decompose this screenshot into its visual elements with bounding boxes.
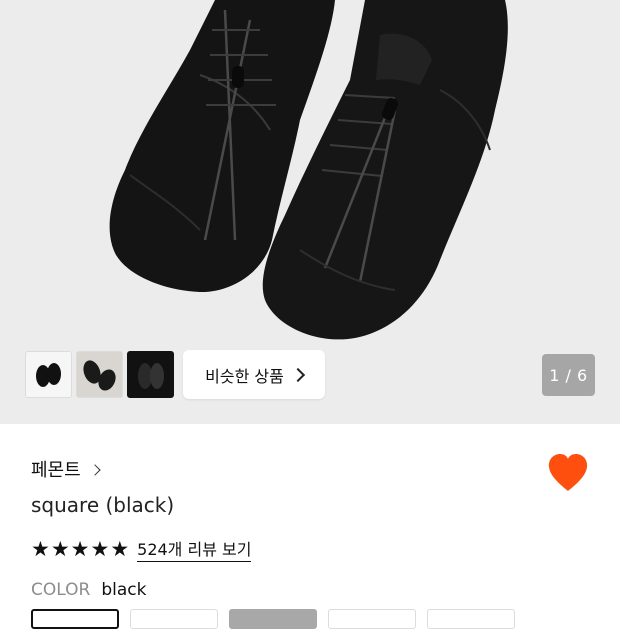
rating-row: ★ ★ ★ ★ ★ 524개 리뷰 보기 xyxy=(31,536,252,562)
color-option[interactable] xyxy=(427,609,515,629)
brand-link[interactable]: 페몬트 xyxy=(31,456,101,482)
rating-stars: ★ ★ ★ ★ ★ xyxy=(31,536,130,561)
review-count-link[interactable]: 524개 리뷰 보기 xyxy=(137,536,252,562)
star-icon: ★ xyxy=(31,536,50,561)
thumbnail-item[interactable] xyxy=(127,351,174,398)
color-option[interactable] xyxy=(328,609,416,629)
thumbnail-shoes-image xyxy=(36,363,61,387)
star-icon: ★ xyxy=(70,536,90,561)
product-image-gallery[interactable]: 비슷한 상품 1 / 6 xyxy=(0,0,620,424)
color-option[interactable] xyxy=(31,609,119,629)
thumbnail-strip xyxy=(25,351,174,398)
color-value: black xyxy=(101,580,147,600)
chevron-right-icon xyxy=(290,367,305,383)
thumbnail-item[interactable] xyxy=(76,351,123,398)
image-counter: 1 / 6 xyxy=(542,354,595,396)
heart-icon[interactable] xyxy=(547,453,589,493)
thumbnail-item[interactable] xyxy=(25,351,72,398)
star-icon: ★ xyxy=(110,536,130,561)
star-icon: ★ xyxy=(90,536,110,561)
product-name: square (black) xyxy=(31,493,175,517)
brand-name: 페몬트 xyxy=(31,460,81,481)
color-label: COLOR xyxy=(31,580,91,600)
thumbnail-shoes-image xyxy=(83,360,116,391)
color-option[interactable] xyxy=(130,609,218,629)
similar-products-label: 비슷한 상품 xyxy=(205,366,284,386)
chevron-right-icon xyxy=(89,463,101,476)
color-option[interactable] xyxy=(229,609,317,629)
similar-products-button[interactable]: 비슷한 상품 xyxy=(183,350,325,399)
thumbnail-shoes-image xyxy=(138,363,164,389)
color-row: COLOR black xyxy=(31,580,146,600)
star-icon: ★ xyxy=(50,536,70,561)
